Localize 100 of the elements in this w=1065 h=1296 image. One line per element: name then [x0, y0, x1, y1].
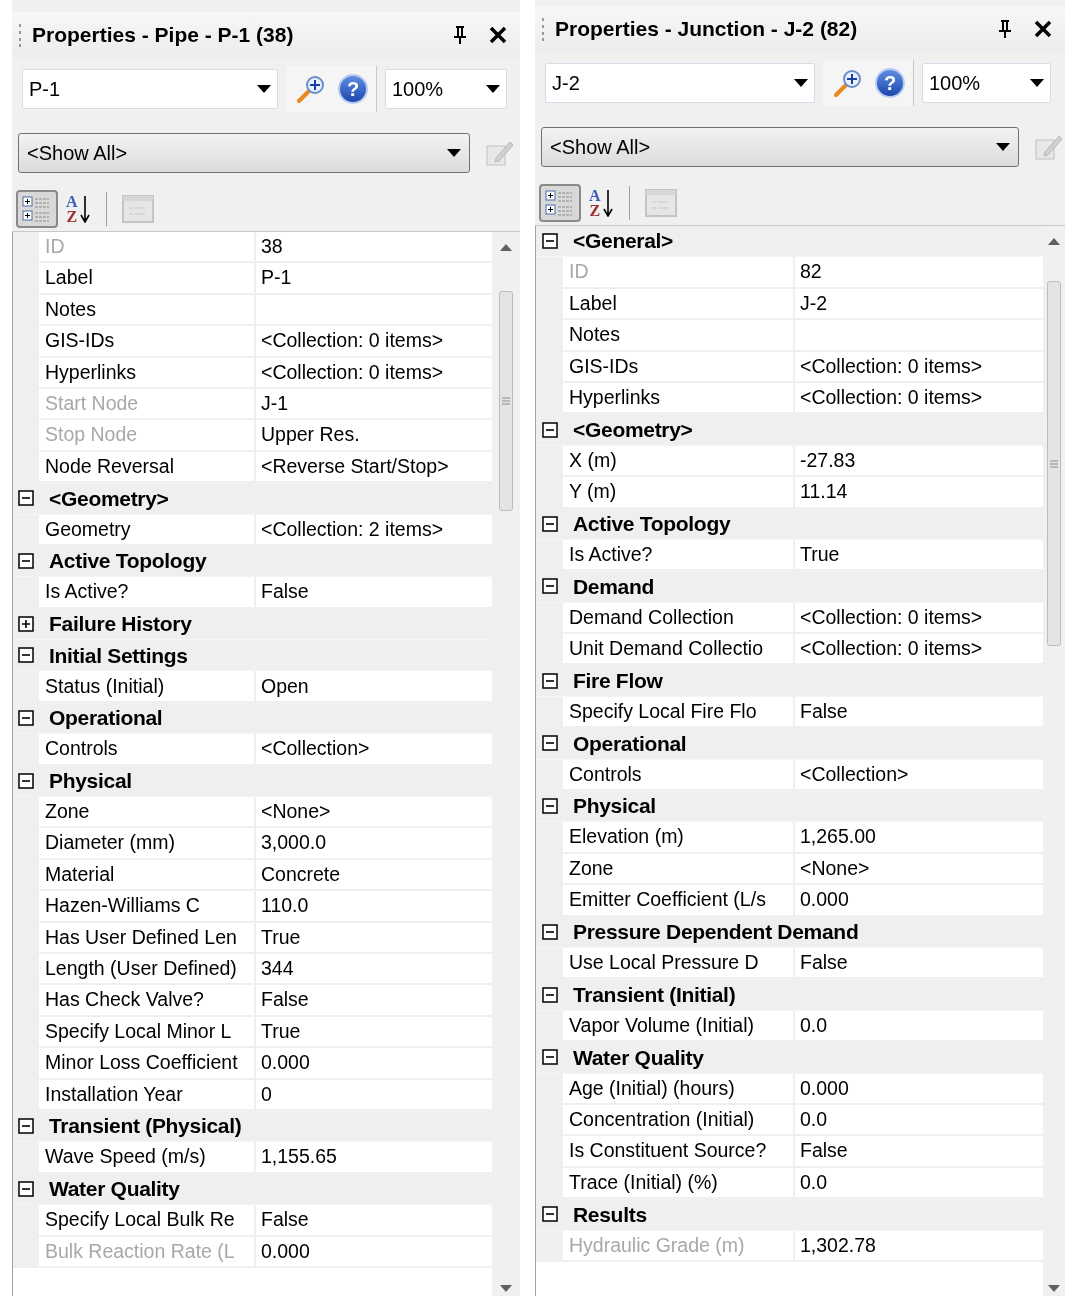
property-value[interactable]: <Collection: 0 items> [795, 351, 1043, 383]
scroll-up-icon[interactable] [1048, 238, 1060, 245]
property-value[interactable]: False [795, 948, 1043, 980]
scrollbar[interactable] [492, 232, 520, 1296]
property-value[interactable]: False [256, 577, 492, 609]
zoom-combo[interactable]: 100% [922, 63, 1051, 103]
property-value[interactable]: 110.0 [256, 891, 492, 923]
minus-box-icon [541, 421, 558, 438]
category-header[interactable]: Physical [563, 790, 656, 822]
property-value[interactable]: <Collection: 0 items> [256, 326, 492, 358]
property-label: Unit Demand Collectio [563, 634, 795, 666]
property-value[interactable]: Open [256, 671, 492, 703]
caret-icon [996, 143, 1011, 151]
property-value[interactable]: 0.0 [795, 1104, 1043, 1137]
scrollbar[interactable] [1043, 226, 1065, 1296]
property-value[interactable]: 0.000 [256, 1236, 492, 1268]
property-value[interactable]: False [795, 1136, 1043, 1168]
scroll-thumb[interactable] [1047, 281, 1061, 646]
property-value[interactable]: <Collection> [795, 759, 1043, 792]
property-value[interactable]: <Collection> [256, 734, 492, 766]
help-button[interactable]: ? [338, 74, 368, 104]
property-value[interactable]: False [256, 985, 492, 1017]
property-label: Zone [39, 797, 256, 829]
category-header[interactable]: Physical [39, 765, 132, 797]
property-value[interactable]: 11.14 [795, 477, 1043, 509]
property-label: Geometry [39, 514, 256, 546]
property-value[interactable]: True [795, 539, 1043, 572]
scroll-up-icon[interactable] [500, 244, 512, 251]
element-combo[interactable]: J-2 [545, 63, 815, 103]
property-value[interactable]: 0.0 [795, 1010, 1043, 1043]
property-value[interactable]: 1,155.65 [256, 1142, 492, 1174]
property-value[interactable]: <Collection: 2 items> [256, 514, 492, 546]
minus-box-icon [541, 233, 558, 250]
zoom-combo[interactable]: 100% [385, 69, 507, 109]
sort-button[interactable]: A Z [62, 189, 94, 228]
panel-title: Properties - Junction - J-2 (82) [555, 16, 858, 43]
property-value[interactable]: True [256, 922, 492, 954]
grip-icon[interactable] [541, 17, 545, 41]
property-label: Specify Local Fire Flo [563, 696, 795, 729]
property-label: Hydraulic Grade (m) [563, 1230, 795, 1262]
property-value[interactable]: Upper Res. [256, 420, 492, 452]
grip-icon[interactable] [18, 23, 22, 47]
property-label: GIS-IDs [39, 326, 256, 358]
property-value[interactable]: <None> [795, 853, 1043, 886]
property-value[interactable]: J-1 [256, 388, 492, 421]
property-value[interactable]: Concrete [256, 859, 492, 892]
property-value[interactable]: 0.000 [795, 885, 1043, 917]
property-label: Node Reversal [39, 451, 256, 484]
minus-box-icon [18, 647, 34, 664]
minus-box-icon [541, 798, 558, 815]
property-value[interactable]: P-1 [256, 263, 492, 295]
property-value[interactable]: 0.000 [795, 1073, 1043, 1105]
property-value[interactable]: <Collection: 0 items> [795, 382, 1043, 415]
property-value[interactable]: 0.000 [256, 1048, 492, 1080]
minus-box-icon [541, 672, 558, 689]
down-arrow-icon [602, 188, 613, 217]
categorized-button[interactable] [539, 183, 581, 222]
property-value[interactable]: 3,000.0 [256, 828, 492, 860]
categorized-button[interactable] [16, 189, 58, 228]
property-value[interactable]: False [795, 696, 1043, 729]
property-label: Controls [563, 759, 795, 792]
property-value[interactable]: 0.0 [795, 1167, 1043, 1200]
scroll-thumb[interactable] [499, 291, 513, 511]
property-value[interactable]: 0 [256, 1079, 492, 1111]
minus-box-icon [541, 1206, 558, 1223]
minus-box-icon [541, 986, 558, 1003]
property-value[interactable]: <Collection: 0 items> [795, 602, 1043, 635]
category-header[interactable]: Demand [563, 570, 655, 603]
property-label: Vapor Volume (Initial) [563, 1010, 795, 1043]
property-label: X (m) [563, 445, 795, 478]
property-value[interactable]: False [256, 1205, 492, 1237]
property-value[interactable]: J-2 [795, 288, 1043, 321]
property-label: Is Active? [39, 577, 256, 609]
scroll-down-icon[interactable] [500, 1285, 512, 1292]
category-header[interactable]: Results [563, 1198, 647, 1231]
property-label: Hyperlinks [563, 382, 795, 415]
property-value[interactable]: <None> [256, 797, 492, 829]
property-value[interactable]: 82 [795, 257, 1043, 289]
magnifier-plus-icon [833, 68, 863, 98]
property-label: ID [563, 257, 795, 289]
property-value[interactable]: 1,302.78 [795, 1230, 1043, 1262]
property-value[interactable]: 1,265.00 [795, 822, 1043, 854]
property-value[interactable]: <Collection: 0 items> [795, 634, 1043, 666]
property-label: Is Constituent Source? [563, 1136, 795, 1168]
property-value[interactable]: 344 [256, 954, 492, 986]
property-value[interactable]: <Reverse Start/Stop> [256, 451, 492, 484]
scroll-down-icon[interactable] [1048, 1285, 1060, 1292]
property-label: Age (Initial) (hours) [563, 1073, 795, 1105]
magnifier-plus-icon [296, 74, 326, 104]
filter-dropdown[interactable]: <Show All> [18, 133, 470, 173]
sort-button[interactable]: A Z [585, 183, 617, 222]
property-value[interactable]: True [256, 1016, 492, 1049]
property-value[interactable]: -27.83 [795, 445, 1043, 478]
property-value[interactable]: 38 [256, 232, 492, 264]
property-label: Wave Speed (m/s) [39, 1142, 256, 1174]
filter-dropdown[interactable]: <Show All> [541, 127, 1020, 167]
property-label: Stop Node [39, 420, 256, 452]
property-value[interactable]: <Collection: 0 items> [256, 357, 492, 389]
element-combo[interactable]: P-1 [22, 69, 278, 109]
help-button[interactable]: ? [875, 68, 905, 98]
